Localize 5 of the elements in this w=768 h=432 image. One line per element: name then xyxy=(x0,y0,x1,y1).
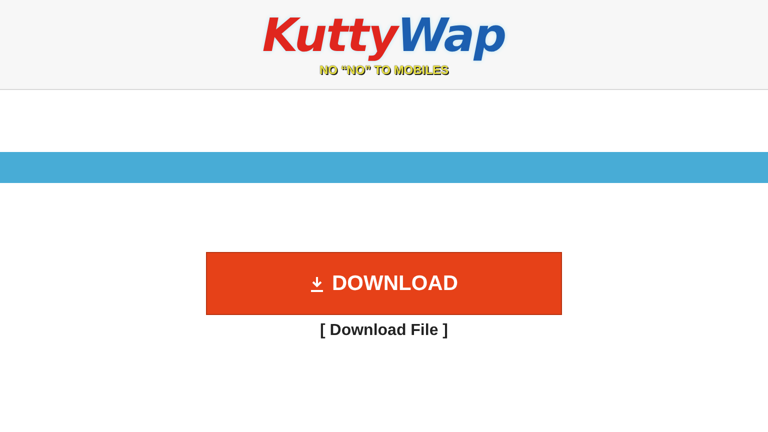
logo[interactable]: KuttyWap xyxy=(262,8,506,62)
tagline: NO “NO” TO MOBILES xyxy=(319,63,449,77)
download-button[interactable]: DOWNLOAD xyxy=(206,252,562,315)
download-icon xyxy=(310,276,324,292)
download-file-link[interactable]: [ Download File ] xyxy=(320,319,448,343)
